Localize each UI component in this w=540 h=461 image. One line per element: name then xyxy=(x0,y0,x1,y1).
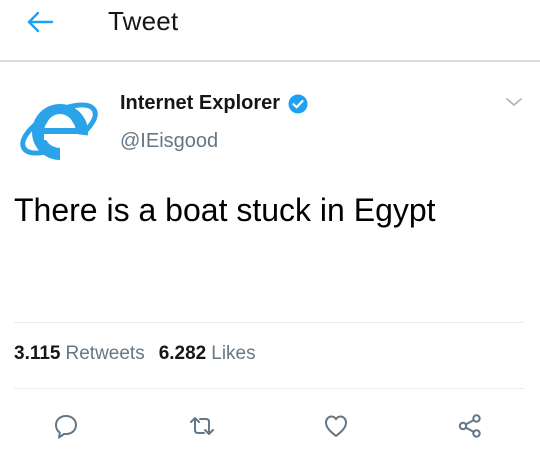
arrow-left-icon xyxy=(27,11,54,33)
tweet-text: There is a boat stuck in Egypt xyxy=(14,192,436,228)
like-label: Likes xyxy=(211,343,256,364)
avatar[interactable] xyxy=(16,84,102,170)
top-bar: Tweet xyxy=(0,0,540,60)
likes-stat[interactable]: 6.282 Likes xyxy=(159,343,256,365)
page-title: Tweet xyxy=(108,6,179,36)
comment-icon xyxy=(55,415,77,439)
heart-icon xyxy=(325,415,347,437)
divider xyxy=(14,388,524,389)
author-handle[interactable]: @IEisgood xyxy=(120,130,218,153)
author-name[interactable]: Internet Explorer xyxy=(120,92,308,115)
author-name-text: Internet Explorer xyxy=(120,92,281,114)
like-button[interactable] xyxy=(318,408,354,444)
retweet-button[interactable] xyxy=(184,408,220,444)
tweet-actions xyxy=(0,408,540,448)
verified-badge-icon xyxy=(288,94,308,114)
reply-button[interactable] xyxy=(48,408,84,444)
retweet-count: 3.115 xyxy=(14,343,61,364)
internet-explorer-logo-icon xyxy=(20,102,98,164)
share-button[interactable] xyxy=(452,408,488,444)
like-count: 6.282 xyxy=(158,343,207,364)
header-divider xyxy=(0,60,540,62)
share-icon xyxy=(458,414,481,438)
tweet-stats: 3.115 Retweets 6.282 Likes xyxy=(14,343,256,365)
retweets-stat[interactable]: 3.115 Retweets xyxy=(14,343,145,365)
more-options-button[interactable] xyxy=(502,90,526,114)
retweet-label: Retweets xyxy=(65,343,145,364)
retweet-icon xyxy=(190,417,214,435)
back-button[interactable] xyxy=(22,6,58,38)
chevron-down-icon xyxy=(506,98,522,106)
divider xyxy=(14,322,524,323)
